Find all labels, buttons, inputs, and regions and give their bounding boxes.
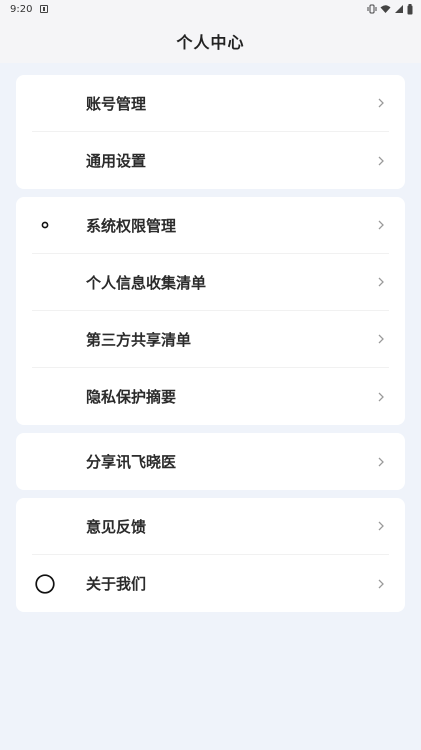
small-ring-icon [34,214,56,236]
signal-icon [395,5,403,13]
vibrate-icon [367,4,377,14]
row-icon-placeholder [34,150,56,172]
chevron-right-icon [371,272,391,292]
chevron-right-icon [371,151,391,171]
menu-item-label: 个人信息收集清单 [86,273,207,292]
row-icon-placeholder [34,386,56,408]
chevron-right-icon [371,516,391,536]
chevron-right-icon [371,329,391,349]
menu-item-share-app[interactable]: 分享讯飞晓医 [32,433,389,490]
menu-item-label: 隐私保护摘要 [86,388,177,406]
settings-list: 账号管理 通用设置 系统权限管理 个人信息收集清单 第三方共享清单 隐私保护摘要… [0,63,421,612]
page-header: 个人中心 [0,18,421,63]
row-icon-placeholder [34,271,56,293]
menu-item-label: 账号管理 [86,94,147,113]
settings-group-privacy: 系统权限管理 个人信息收集清单 第三方共享清单 隐私保护摘要 [16,197,405,425]
notification-icon [40,5,49,13]
row-icon-placeholder [34,515,56,537]
row-icon-placeholder [34,92,56,114]
menu-item-label: 意见反馈 [86,517,147,536]
menu-item-label: 分享讯飞晓医 [86,453,177,471]
menu-item-privacy-summary[interactable]: 隐私保护摘要 [32,368,389,425]
status-time: 9:20 [10,3,33,15]
battery-icon [407,3,413,14]
chevron-right-icon [371,93,391,113]
menu-item-third-party-sharing[interactable]: 第三方共享清单 [32,311,389,368]
menu-item-label: 关于我们 [86,575,147,593]
settings-group-about: 意见反馈 关于我们 [16,498,405,612]
menu-item-personal-info-list[interactable]: 个人信息收集清单 [32,254,389,311]
row-icon-placeholder [34,451,56,473]
chevron-right-icon [371,452,391,472]
page-title: 个人中心 [176,32,245,52]
settings-group-account: 账号管理 通用设置 [16,75,405,189]
status-bar: 9:20 [0,0,421,18]
settings-group-share: 分享讯飞晓医 [16,433,405,490]
menu-item-feedback[interactable]: 意见反馈 [32,498,389,555]
menu-item-label: 通用设置 [86,152,147,170]
chevron-right-icon [371,574,391,594]
menu-item-system-permissions[interactable]: 系统权限管理 [32,197,389,254]
row-icon-placeholder [34,328,56,350]
menu-item-about-us[interactable]: 关于我们 [32,555,389,612]
menu-item-account[interactable]: 账号管理 [32,75,389,132]
wifi-icon [380,5,391,13]
chevron-right-icon [371,387,391,407]
menu-item-general-settings[interactable]: 通用设置 [32,132,389,189]
circle-icon [34,573,56,595]
chevron-right-icon [371,215,391,235]
menu-item-label: 系统权限管理 [86,216,177,235]
menu-item-label: 第三方共享清单 [86,330,192,349]
